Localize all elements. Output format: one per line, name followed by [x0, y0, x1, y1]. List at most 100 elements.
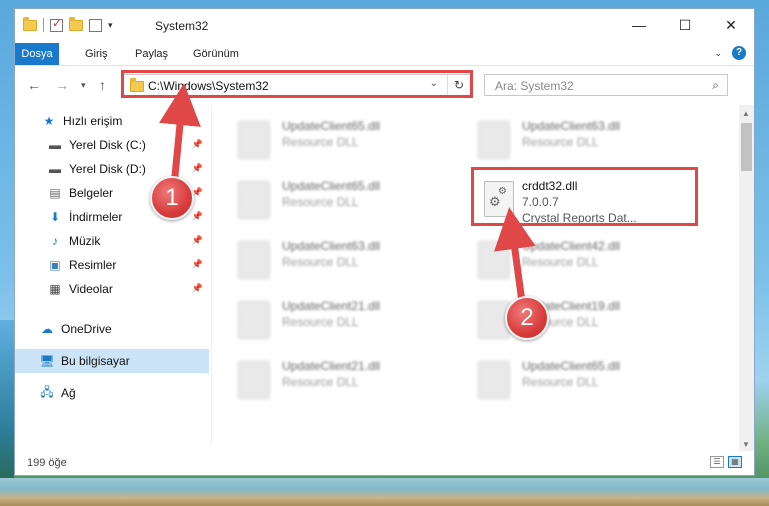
download-icon: ⬇	[49, 210, 61, 224]
sidebar-item-quick-access[interactable]: ★ Hızlı erişim	[15, 109, 209, 133]
dll-file-icon	[238, 121, 270, 159]
tab-home[interactable]: Giriş	[75, 43, 118, 65]
music-icon: ♪	[52, 234, 58, 248]
scrollbar-thumb[interactable]	[741, 123, 752, 171]
customize-icon[interactable]	[89, 18, 102, 32]
file-tile[interactable]: UpdateClient63.dll Resource DLL	[452, 113, 682, 163]
tab-file[interactable]: Dosya	[15, 43, 59, 65]
file-description: Crystal Reports Dat...	[522, 211, 637, 225]
folder-icon	[130, 78, 144, 92]
file-type: Resource DLL	[282, 135, 359, 149]
pin-icon: 📌	[191, 235, 203, 245]
sidebar-item-this-pc[interactable]: 🖥 Bu bilgisayar	[15, 349, 209, 373]
ribbon-right-controls: ⌄ ?	[714, 46, 746, 60]
sidebar-item-pictures[interactable]: ▣ Resimler 📌	[15, 253, 209, 277]
close-button[interactable]: ✕	[708, 9, 754, 41]
properties-icon[interactable]	[50, 16, 63, 32]
minimize-button[interactable]: —	[616, 9, 662, 41]
file-tile-crddt32[interactable]: ⚙ ⚙ crddt32.dll 7.0.0.7 Crystal Reports …	[474, 177, 696, 227]
sidebar-item-label: Müzik	[69, 234, 101, 248]
up-arrow-icon[interactable]: ↑	[99, 77, 106, 93]
chevron-down-icon[interactable]: ▾	[108, 20, 113, 31]
pin-icon: 📌	[191, 283, 203, 293]
status-bar: 199 öğe ☰ ▦	[15, 451, 754, 475]
search-placeholder[interactable]: Ara: System32	[495, 79, 574, 93]
documents-icon: ▤	[49, 186, 61, 200]
sidebar-item-label: Ağ	[61, 386, 76, 400]
scroll-down-icon[interactable]: ▼	[742, 440, 750, 449]
details-view-icon[interactable]: ☰	[710, 456, 724, 468]
file-type: Resource DLL	[522, 135, 599, 149]
sidebar-item-label: Bu bilgisayar	[61, 354, 130, 368]
file-tile[interactable]: UpdateClient65.dll Resource DLL	[212, 173, 442, 223]
sidebar-item-label: Videolar	[69, 282, 113, 296]
refresh-icon[interactable]: ↻	[447, 75, 470, 95]
dll-file-icon: ⚙ ⚙	[484, 181, 514, 217]
step-badge-2: 2	[505, 296, 549, 340]
file-type: Resource DLL	[282, 255, 359, 269]
forward-arrow-icon[interactable]: →	[55, 77, 69, 93]
file-tile[interactable]: UpdateClient63.dll Resource DLL	[212, 233, 442, 283]
maximize-button[interactable]: ☐	[662, 9, 708, 41]
expand-ribbon-icon[interactable]: ⌄	[714, 48, 722, 59]
sidebar-item-videos[interactable]: ▦ Videolar 📌	[15, 277, 209, 301]
file-name: UpdateClient63.dll	[522, 119, 621, 133]
view-toggle: ☰ ▦	[710, 456, 742, 468]
back-arrow-icon[interactable]: ←	[27, 77, 41, 93]
pin-icon: 📌	[191, 139, 203, 149]
cloud-icon: ☁	[41, 322, 53, 336]
title-bar: ▾ System32 — ☐ ✕	[15, 9, 754, 43]
sidebar-item-music[interactable]: ♪ Müzik 📌	[15, 229, 209, 253]
file-tile[interactable]: UpdateClient21.dll Resource DLL	[212, 353, 442, 403]
file-explorer-window: ▾ System32 — ☐ ✕ Dosya Giriş Paylaş Görü…	[14, 8, 755, 476]
file-tile[interactable]: UpdateClient19.dll Resource DLL	[452, 293, 682, 343]
tab-view[interactable]: Görünüm	[183, 43, 249, 65]
file-tile[interactable]: UpdateClient65.dll Resource DLL	[452, 353, 682, 403]
file-version: 7.0.0.7	[522, 195, 559, 209]
drive-icon: ▬	[49, 138, 61, 152]
file-type: Resource DLL	[282, 375, 359, 389]
new-folder-icon[interactable]	[69, 16, 83, 31]
sidebar-item-onedrive[interactable]: ☁ OneDrive	[15, 317, 209, 341]
computer-icon: 🖥	[39, 354, 55, 368]
pin-icon: 📌	[191, 259, 203, 269]
file-name: crddt32.dll	[522, 179, 578, 193]
file-tile[interactable]: UpdateClient65.dll Resource DLL	[212, 113, 442, 163]
dll-file-icon	[238, 181, 270, 219]
sidebar-item-label: Yerel Disk (C:)	[69, 138, 146, 152]
sidebar-item-label: Belgeler	[69, 186, 114, 200]
file-type: Resource DLL	[522, 375, 599, 389]
file-type: Resource DLL	[522, 255, 599, 269]
navigation-pane: ★ Hızlı erişim ▬ Yerel Disk (C:) 📌 ▬ Yer…	[15, 105, 211, 445]
sidebar-item-network[interactable]: 🖧 Ağ	[15, 381, 209, 405]
tab-share[interactable]: Paylaş	[125, 43, 178, 65]
chevron-down-icon[interactable]: ⌄	[430, 78, 438, 89]
scroll-up-icon[interactable]: ▲	[742, 109, 750, 118]
dll-file-icon	[238, 361, 270, 399]
drive-icon: ▬	[49, 162, 61, 176]
recent-locations-icon[interactable]: ▾	[81, 80, 86, 91]
help-icon[interactable]: ?	[732, 46, 746, 60]
step-badge-1: 1	[150, 176, 194, 220]
address-path[interactable]: C:\Windows\System32	[148, 79, 269, 93]
file-list: UpdateClient65.dll Resource DLL UpdateCl…	[212, 105, 740, 445]
file-tile[interactable]: UpdateClient21.dll Resource DLL	[212, 293, 442, 343]
network-icon: 🖧	[40, 384, 54, 399]
gear-icon: ⚙	[498, 186, 507, 197]
window-title: System32	[155, 19, 209, 33]
dll-file-icon	[238, 301, 270, 339]
dll-file-icon	[478, 121, 510, 159]
item-count: 199 öğe	[27, 457, 67, 469]
search-icon[interactable]: ⌕	[712, 78, 719, 93]
vertical-scrollbar[interactable]: ▲ ▼	[739, 105, 754, 453]
tiles-view-icon[interactable]: ▦	[728, 456, 742, 468]
search-box[interactable]: Ara: System32 ⌕	[484, 74, 728, 96]
file-name: UpdateClient65.dll	[282, 119, 381, 133]
sidebar-item-label: OneDrive	[61, 322, 112, 336]
file-tile[interactable]: UpdateClient42.dll Resource DLL	[452, 233, 682, 283]
address-bar[interactable]: C:\Windows\System32 ⌄ ↻	[123, 74, 471, 96]
file-name: UpdateClient21.dll	[282, 359, 381, 373]
sidebar-item-local-disk-c[interactable]: ▬ Yerel Disk (C:) 📌	[15, 133, 209, 157]
file-name: UpdateClient65.dll	[282, 179, 381, 193]
file-name: UpdateClient21.dll	[282, 299, 381, 313]
